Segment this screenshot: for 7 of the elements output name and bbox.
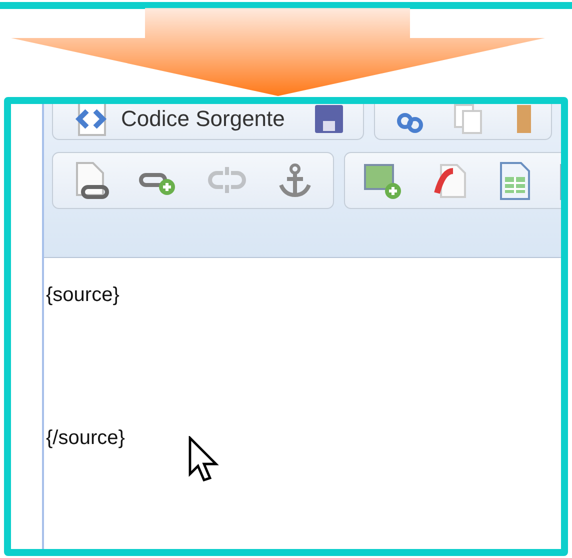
- save-button[interactable]: [312, 104, 345, 134]
- source-button[interactable]: Codice Sorgente: [71, 104, 285, 138]
- editor-text-line: {source}: [46, 283, 120, 308]
- spreadsheet-icon: [499, 160, 531, 200]
- editor-text-line: {/source}: [46, 426, 126, 451]
- spreadsheet-button[interactable]: [499, 160, 531, 200]
- save-icon: [312, 104, 345, 134]
